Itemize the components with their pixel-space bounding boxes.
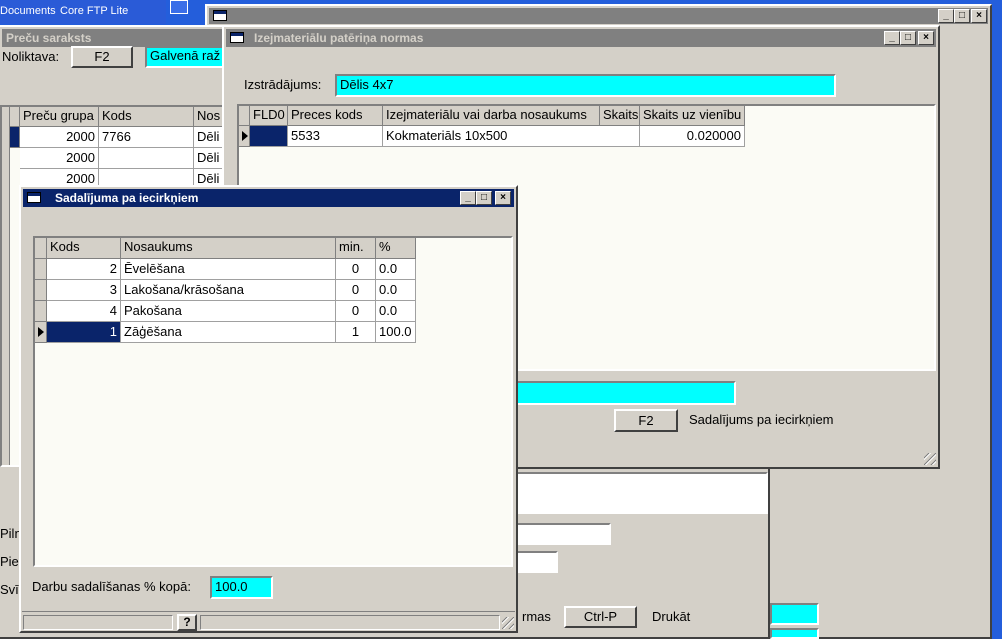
- cell-kods[interactable]: 2: [47, 259, 121, 280]
- preces-title: Preču saraksts: [6, 31, 92, 45]
- col-kods[interactable]: Kods: [47, 238, 121, 259]
- cell-percent[interactable]: 0.0: [376, 280, 416, 301]
- cell-nosaukums[interactable]: Pakošana: [121, 301, 336, 322]
- minimize-icon[interactable]: _: [884, 31, 900, 45]
- minimize-icon[interactable]: _: [938, 9, 954, 23]
- cell-fld0[interactable]: [250, 126, 288, 147]
- current-row-arrow-icon: [242, 131, 248, 141]
- warehouse-field[interactable]: Galvenā raž: [145, 46, 225, 68]
- minimize-icon[interactable]: _: [460, 191, 476, 205]
- grid-header-indicator: [239, 106, 250, 126]
- window-icon: [230, 32, 244, 43]
- cell-min[interactable]: 0: [336, 301, 376, 322]
- col-skaits-uz-vienibu[interactable]: Skaits uz vienību: [640, 106, 745, 126]
- sections-grid: Kods Nosaukums min. % 2 Ēvelēšana 0 0.0 …: [33, 236, 513, 567]
- cell-percent[interactable]: 0.0: [376, 301, 416, 322]
- current-row-arrow-icon: [38, 327, 44, 337]
- split-f2-button[interactable]: F2: [614, 409, 678, 432]
- grid-indicator-col: [2, 107, 10, 465]
- status-bar: ?: [22, 611, 515, 631]
- status-panel-2: [200, 615, 500, 630]
- cell-group[interactable]: 2000: [20, 148, 99, 169]
- col-min[interactable]: min.: [336, 238, 376, 259]
- app-window-icon: [213, 10, 227, 21]
- total-label: Darbu sadalīšanas % kopā:: [32, 579, 191, 594]
- maximize-icon[interactable]: □: [900, 31, 916, 45]
- warehouse-f2-button[interactable]: F2: [71, 46, 133, 68]
- col-fld0[interactable]: FLD0: [250, 106, 288, 126]
- cell-percent[interactable]: 100.0: [376, 322, 416, 343]
- cell-nosaukums[interactable]: Kokmateriāls 10x500: [383, 126, 640, 147]
- col-nosaukums[interactable]: Nosaukums: [121, 238, 336, 259]
- row-indicator[interactable]: [35, 301, 47, 322]
- warehouse-label: Noliktava:: [2, 49, 60, 64]
- col-skaits[interactable]: Skaits: [600, 106, 640, 126]
- window-icon: [27, 192, 41, 203]
- row-indicator[interactable]: [35, 280, 47, 301]
- izej-cyan-field[interactable]: [516, 381, 736, 405]
- print-ctrlp-button[interactable]: Ctrl-P: [564, 606, 637, 628]
- outer-app-titlebar[interactable]: _ □ ×: [209, 8, 988, 24]
- resize-grip-icon[interactable]: [924, 453, 936, 465]
- cell-kods[interactable]: 4: [47, 301, 121, 322]
- cell-group[interactable]: 2000: [20, 127, 99, 148]
- cell-min[interactable]: 0: [336, 259, 376, 280]
- row-indicator[interactable]: [10, 127, 20, 148]
- cell-nosaukums[interactable]: Ēvelēšana: [121, 259, 336, 280]
- maximize-icon[interactable]: □: [476, 191, 492, 205]
- cell-nosaukums[interactable]: Zāģēšana: [121, 322, 336, 343]
- product-field[interactable]: Dēlis 4x7: [335, 74, 836, 97]
- total-percent-field[interactable]: 100.0: [210, 576, 273, 599]
- outer-cyan-field-1[interactable]: [770, 603, 819, 625]
- taskbar-app-icon[interactable]: [170, 0, 188, 14]
- sadal-window: Sadalījuma pa iecirkņiem _ □ × Kods Nosa…: [19, 185, 518, 633]
- izej-title: Izejmateriālu patēriņa normas: [254, 31, 424, 45]
- col-kods[interactable]: Kods: [99, 107, 194, 127]
- cell-skaits-uz-vienibu[interactable]: 0.020000: [640, 126, 745, 147]
- status-panel: [23, 615, 173, 630]
- col-preces-grupa[interactable]: Preču grupa: [20, 107, 99, 127]
- close-icon[interactable]: ×: [971, 9, 987, 23]
- izej-titlebar[interactable]: Izejmateriālu patēriņa normas _ □ ×: [226, 29, 936, 47]
- sadal-titlebar[interactable]: Sadalījuma pa iecirkņiem _ □ ×: [23, 189, 514, 207]
- cell-kods[interactable]: 3: [47, 280, 121, 301]
- col-percent[interactable]: %: [376, 238, 416, 259]
- cell-min[interactable]: 1: [336, 322, 376, 343]
- resize-grip-icon[interactable]: [502, 617, 514, 629]
- split-label: Sadalījums pa iecirkņiem: [689, 412, 834, 427]
- taskbar: Documents Core FTP Lite: [0, 0, 166, 24]
- cell-nosaukums[interactable]: Lakošana/krāsošana: [121, 280, 336, 301]
- outer-cyan-field-2[interactable]: [770, 628, 819, 639]
- print-label: Drukāt: [652, 609, 691, 624]
- cell-kods[interactable]: 1: [47, 322, 121, 343]
- grid-header-indicator: [10, 107, 20, 127]
- piez-field[interactable]: [512, 551, 558, 573]
- close-icon[interactable]: ×: [918, 31, 934, 45]
- cell-preces-kods[interactable]: 5533: [288, 126, 383, 147]
- normas-label: rmas: [522, 609, 551, 624]
- close-icon[interactable]: ×: [495, 191, 511, 205]
- taskbar-item-documents[interactable]: Documents: [0, 5, 56, 17]
- cell-code[interactable]: 7766: [99, 127, 194, 148]
- cell-percent[interactable]: 0.0: [376, 259, 416, 280]
- grid-header-indicator: [35, 238, 47, 259]
- row-indicator[interactable]: [35, 259, 47, 280]
- maximize-icon[interactable]: □: [954, 9, 970, 23]
- sadal-title: Sadalījuma pa iecirkņiem: [55, 191, 199, 205]
- cell-min[interactable]: 0: [336, 280, 376, 301]
- product-label: Izstrādājums:: [244, 77, 322, 92]
- row-indicator[interactable]: [239, 126, 250, 147]
- help-button[interactable]: ?: [177, 614, 197, 631]
- taskbar-item-coreftp[interactable]: Core FTP Lite: [60, 5, 128, 17]
- preces-notes-area[interactable]: [510, 472, 768, 514]
- row-indicator[interactable]: [35, 322, 47, 343]
- col-nosaukums[interactable]: Izejmateriālu vai darba nosaukums: [383, 106, 600, 126]
- piln-field[interactable]: [512, 523, 611, 545]
- cell-code[interactable]: [99, 148, 194, 169]
- col-preces-kods[interactable]: Preces kods: [288, 106, 383, 126]
